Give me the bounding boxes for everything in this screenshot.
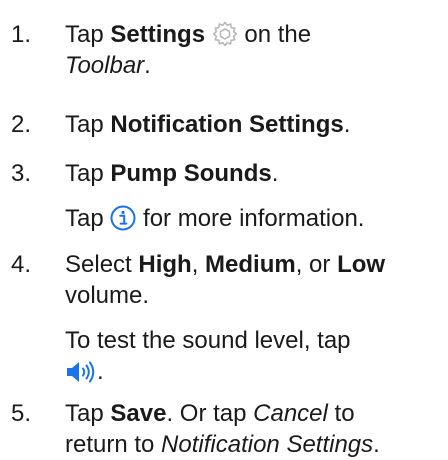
notification-settings-term: Notification Settings [110, 111, 344, 138]
high-term: High [138, 251, 192, 278]
step-body: Tap Notification Settings. [65, 109, 444, 140]
step-number: 2. [11, 111, 32, 138]
toolbar-term: Toolbar [65, 52, 145, 79]
low-term: Low [337, 251, 386, 278]
step-line: Select High, Medium, or Low [65, 249, 444, 280]
step-number: 4. [11, 251, 32, 278]
step-text: , [191, 251, 206, 278]
step-text: To test the sound level, tap [65, 327, 351, 354]
cancel-term: Cancel [253, 400, 328, 427]
info-icon [110, 205, 136, 231]
step-text: volume. [65, 282, 150, 309]
step-number: 1. [11, 21, 32, 48]
step-text: for more information. [136, 205, 365, 232]
step-body: Tap Pump Sounds. Tap for more informatio… [65, 158, 444, 234]
speaker-icon [65, 360, 97, 384]
instruction-steps: 1. Tap Settings on the Toolbar. 2. Tap N… [0, 0, 448, 460]
step-text: . [97, 358, 104, 385]
settings-term: Settings [110, 21, 206, 48]
step-number: 5. [11, 400, 32, 427]
step-line: Toolbar. [65, 50, 444, 81]
step-body: Tap Save. Or tap Cancel to return to Not… [65, 398, 444, 460]
step-line: Tap Notification Settings. [65, 109, 444, 140]
step-line: return to Notification Settings. [65, 429, 444, 460]
step-subline: Tap for more information. [65, 203, 444, 234]
medium-term: Medium [205, 251, 296, 278]
step-text: . [343, 111, 351, 138]
step-text: Tap [65, 21, 111, 48]
step-text: . Or tap [166, 400, 254, 427]
step-subline: To test the sound level, tap [65, 325, 444, 356]
step-line: Tap Pump Sounds. [65, 158, 444, 189]
step-line: volume. [65, 280, 444, 311]
step-text: to [327, 400, 355, 427]
save-term: Save [110, 400, 167, 427]
pump-sounds-term: Pump Sounds [110, 160, 272, 187]
gear-icon [212, 21, 238, 47]
step-text: , or [295, 251, 338, 278]
step-text: Tap [65, 400, 111, 427]
step-text: . [373, 431, 380, 458]
step-body: Tap Settings on the Toolbar. [65, 19, 444, 81]
step-text: on the [237, 21, 312, 48]
notification-settings-term: Notification Settings [161, 431, 374, 458]
step-line: Tap Settings on the [65, 19, 444, 50]
step-number: 3. [11, 160, 32, 187]
step-text: Tap [65, 205, 104, 232]
step-text: Tap [65, 111, 111, 138]
step-text: . [144, 52, 151, 79]
step-line: . [65, 356, 444, 387]
step-text: Tap [65, 160, 111, 187]
step-line: Tap Save. Or tap Cancel to [65, 398, 444, 429]
step-text: Select [65, 251, 139, 278]
step-body: Select High, Medium, or Low volume. To t… [65, 249, 444, 387]
step-text: return to [65, 431, 162, 458]
step-text: . [271, 160, 279, 187]
